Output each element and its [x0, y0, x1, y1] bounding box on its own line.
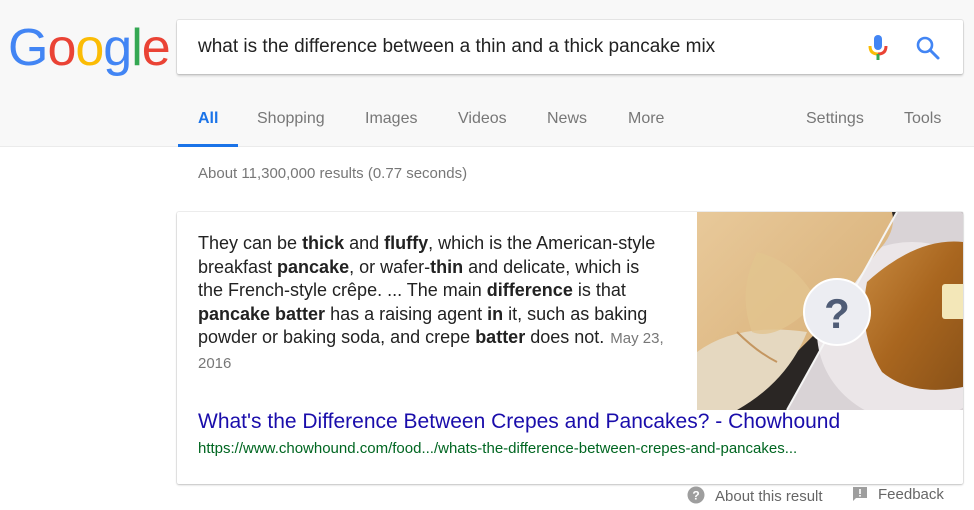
- tab-settings[interactable]: Settings: [806, 98, 864, 147]
- logo-letter: e: [141, 19, 171, 77]
- feedback-icon: [853, 487, 867, 501]
- result-url: https://www.chowhound.com/food.../whats-…: [198, 440, 798, 457]
- google-logo[interactable]: Google: [8, 18, 171, 78]
- snippet-text: does not.: [525, 327, 605, 348]
- featured-snippet-card: They can be thick and fluffy, which is t…: [177, 212, 963, 484]
- microphone-icon[interactable]: [867, 34, 889, 62]
- tab-more[interactable]: More: [628, 98, 664, 147]
- tab-videos[interactable]: Videos: [458, 98, 507, 147]
- help-circle-icon: ?: [687, 486, 705, 504]
- snippet-text: has a raising agent: [325, 303, 488, 324]
- result-stats: About 11,300,000 results (0.77 seconds): [198, 165, 468, 182]
- snippet-highlight: thin: [430, 256, 464, 277]
- about-this-result-label: About this result: [715, 488, 823, 505]
- snippet-text: , or wafer-: [349, 256, 431, 277]
- snippet-highlight: in: [487, 303, 504, 324]
- logo-letter: g: [103, 19, 132, 77]
- search-box: [177, 20, 963, 74]
- snippet-body: They can be thick and fluffy, which is t…: [198, 233, 655, 347]
- svg-text:?: ?: [824, 290, 850, 337]
- search-input[interactable]: [198, 20, 848, 74]
- snippet-text: They can be: [198, 233, 303, 253]
- svg-text:?: ?: [692, 489, 699, 503]
- tab-shopping[interactable]: Shopping: [257, 98, 325, 147]
- snippet-highlight: batter: [475, 327, 526, 348]
- logo-letter: o: [75, 19, 104, 77]
- snippet-highlight: pancake: [277, 256, 350, 277]
- tab-all[interactable]: All: [177, 98, 240, 147]
- logo-letter: G: [8, 19, 48, 77]
- tab-tools[interactable]: Tools: [904, 98, 941, 147]
- tab-news[interactable]: News: [547, 98, 587, 147]
- snippet-highlight: thick: [302, 233, 345, 253]
- feedback-link[interactable]: Feedback: [852, 486, 944, 503]
- featured-snippet-text: They can be thick and fluffy, which is t…: [198, 232, 668, 376]
- snippet-text: and: [344, 233, 385, 253]
- snippet-highlight: fluffy: [384, 233, 429, 253]
- snippet-highlight: pancake batter: [198, 303, 326, 324]
- snippet-highlight: difference: [486, 280, 573, 301]
- tab-images[interactable]: Images: [365, 98, 417, 147]
- logo-letter: o: [47, 19, 76, 77]
- search-icon[interactable]: [915, 35, 941, 61]
- logo-letter: l: [131, 19, 143, 77]
- about-this-result-link[interactable]: ? About this result: [687, 486, 823, 505]
- feedback-label: Feedback: [878, 486, 944, 503]
- header: Google All Shopping Images Videos News M…: [0, 0, 974, 147]
- crepes-vs-pancakes-image[interactable]: ?: [697, 212, 963, 410]
- snippet-text: is that: [572, 280, 626, 301]
- snippet-footer: ? About this result Feedback: [0, 486, 974, 508]
- result-title-link[interactable]: What's the Difference Between Crepes and…: [198, 410, 840, 434]
